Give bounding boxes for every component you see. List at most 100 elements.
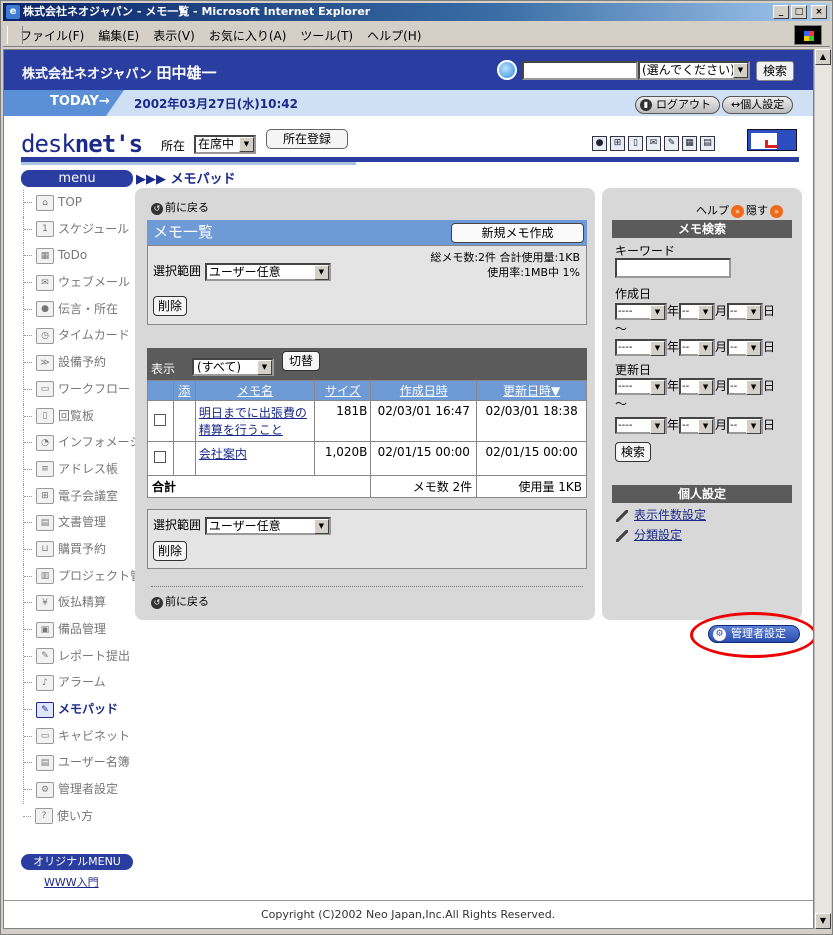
- row-checkbox[interactable]: [154, 451, 167, 463]
- year-select[interactable]: ---- ▼: [615, 303, 667, 320]
- back-link[interactable]: ↺ 前に戻る: [151, 593, 209, 609]
- vertical-scrollbar[interactable]: ▲ ▼: [814, 49, 831, 929]
- webmail-icon[interactable]: ✉: [646, 136, 661, 151]
- switch-button[interactable]: 切替: [282, 351, 320, 371]
- sidebar-item[interactable]: ▭ キャビネット: [23, 723, 134, 751]
- col-attach[interactable]: 添: [172, 380, 196, 401]
- display-count-link[interactable]: 表示件数設定: [616, 506, 706, 523]
- menu-view[interactable]: 表示(V): [146, 23, 202, 48]
- col-name[interactable]: メモ名: [194, 380, 316, 401]
- hide-link[interactable]: 隠す: [746, 204, 768, 217]
- col-size[interactable]: サイズ: [314, 380, 372, 401]
- menu-edit[interactable]: 編集(E): [91, 23, 146, 48]
- www-link[interactable]: WWW入門: [44, 874, 99, 890]
- row-checkbox[interactable]: [154, 413, 167, 426]
- menu-file[interactable]: ファイル(F): [13, 23, 91, 48]
- sidebar-item[interactable]: ¥ 仮払精算: [23, 590, 134, 617]
- logout-button[interactable]: ▮ ログアウト: [635, 96, 720, 114]
- month-select[interactable]: -- ▼: [679, 303, 716, 320]
- day-select[interactable]: -- ▼: [727, 339, 764, 356]
- sidebar-item[interactable]: ♪ アラーム: [23, 670, 134, 698]
- menu-favorites[interactable]: お気に入り(A): [202, 23, 294, 48]
- monitor-icon[interactable]: [747, 129, 797, 151]
- sidebar-item[interactable]: ▥ プロジェクト管理: [23, 563, 154, 591]
- search-scope-select[interactable]: (選んでください) ▼: [638, 61, 750, 80]
- sidebar-item[interactable]: ⚙ 管理者設定: [23, 777, 134, 804]
- day-select[interactable]: -- ▼: [727, 378, 764, 395]
- memo-icon[interactable]: ✎: [664, 136, 679, 151]
- month-select[interactable]: -- ▼: [679, 339, 716, 356]
- col-created[interactable]: 作成日時: [370, 380, 478, 401]
- page-content: 株式会社ネオジャパン 田中雄一 (選んでください) ▼ 検索 TODAY→ 200…: [3, 49, 814, 929]
- phone-icon[interactable]: ▯: [628, 136, 643, 151]
- sidebar-item[interactable]: ▯ 回覧板: [23, 403, 134, 431]
- personal-settings-button[interactable]: ↔個人設定: [722, 96, 794, 114]
- minimize-button[interactable]: _: [773, 5, 789, 19]
- display-select[interactable]: (すべて) ▼: [192, 358, 274, 376]
- delete-button[interactable]: 削除: [153, 296, 188, 316]
- day-select[interactable]: -- ▼: [727, 303, 764, 320]
- category-link[interactable]: 分類設定: [616, 526, 682, 543]
- menu-help[interactable]: ヘルプ(H): [360, 23, 428, 48]
- date-unit-label: 月: [715, 304, 728, 318]
- chevron-down-icon: ▼: [746, 380, 762, 395]
- month-select[interactable]: -- ▼: [679, 417, 716, 434]
- menu-tools[interactable]: ツール(T): [293, 23, 360, 48]
- sidebar-item[interactable]: ✎ メモパッド: [23, 697, 134, 724]
- sidebar-item[interactable]: 1 スケジュール: [23, 216, 134, 244]
- person-icon[interactable]: ●: [592, 136, 607, 151]
- ie-icon: e: [6, 5, 20, 19]
- sidebar-item[interactable]: ≡ アドレス帳: [23, 456, 134, 484]
- sidebar-item[interactable]: ⊞ 電子会議室: [23, 483, 134, 511]
- help-icon[interactable]: »: [731, 205, 744, 218]
- scroll-down-arrow[interactable]: ▼: [815, 913, 831, 929]
- sidebar-item[interactable]: ✉ ウェブメール: [23, 270, 134, 297]
- side-search-button[interactable]: 検索: [615, 442, 652, 462]
- close-button[interactable]: ×: [811, 5, 827, 19]
- help-link[interactable]: ヘルプ: [696, 204, 729, 217]
- sidebar-item[interactable]: ◔ インフォメーション: [23, 430, 165, 457]
- year-select[interactable]: ---- ▼: [615, 417, 667, 434]
- memo-link[interactable]: 明日までに出張費の精算を行うこと: [199, 406, 307, 437]
- day-select[interactable]: -- ▼: [727, 417, 764, 434]
- scope-row: 選択範囲 ユーザー任意 ▼: [153, 516, 331, 535]
- new-memo-button[interactable]: 新規メモ作成: [451, 223, 584, 243]
- org-icon[interactable]: ⊞: [610, 136, 625, 151]
- col-updated[interactable]: 更新日時▼: [476, 380, 587, 401]
- back-link[interactable]: ↺ 前に戻る: [151, 199, 209, 215]
- sidebar-item[interactable]: ▣ 備品管理: [23, 617, 134, 644]
- search-button[interactable]: 検索: [756, 61, 794, 81]
- year-select[interactable]: ---- ▼: [615, 378, 667, 395]
- sidebar-item[interactable]: ? 使い方: [23, 804, 134, 831]
- sidebar-item[interactable]: ▦ ToDo: [23, 243, 134, 271]
- scroll-up-arrow[interactable]: ▲: [815, 49, 831, 65]
- sidebar-item[interactable]: ● 伝言・所在: [23, 296, 134, 324]
- book-icon[interactable]: ▤: [700, 136, 715, 151]
- sidebar-item[interactable]: ✎ レポート提出: [23, 643, 134, 671]
- status-select[interactable]: 在席中 ▼: [194, 135, 256, 154]
- maximize-button[interactable]: □: [791, 5, 807, 19]
- sidebar-item[interactable]: ▭ ワークフロー: [23, 376, 134, 404]
- scope-select[interactable]: ユーザー任意 ▼: [204, 516, 331, 535]
- delete-button[interactable]: 削除: [153, 541, 188, 561]
- calendar-icon[interactable]: ▦: [682, 136, 697, 151]
- sidebar-item[interactable]: ▤ 文書管理: [23, 510, 134, 537]
- display-label: 表示: [151, 362, 176, 376]
- month-select[interactable]: -- ▼: [679, 378, 716, 395]
- keyword-input[interactable]: [615, 258, 731, 278]
- message-icon: ●: [36, 301, 54, 318]
- status-register-button[interactable]: 所在登録: [266, 129, 348, 149]
- sidebar-item[interactable]: ⊔ 購買予約: [23, 536, 134, 564]
- scope-select[interactable]: ユーザー任意 ▼: [204, 262, 331, 281]
- footer: Copyright (C)2002 Neo Japan,Inc.All Righ…: [4, 900, 813, 921]
- year-select[interactable]: ---- ▼: [615, 339, 667, 356]
- sidebar-item[interactable]: ⌂ TOP: [23, 190, 134, 217]
- search-input[interactable]: [522, 61, 638, 80]
- sidebar-item[interactable]: ≫ 設備予約: [23, 350, 134, 377]
- hide-icon[interactable]: »: [770, 205, 783, 218]
- chevron-down-icon: ▼: [746, 419, 762, 434]
- cart-icon: ⊔: [36, 541, 54, 558]
- sidebar-item[interactable]: ▤ ユーザー名簿: [23, 750, 134, 778]
- memo-link[interactable]: 会社案内: [199, 447, 247, 461]
- sidebar-item[interactable]: ◷ タイムカード: [23, 323, 134, 351]
